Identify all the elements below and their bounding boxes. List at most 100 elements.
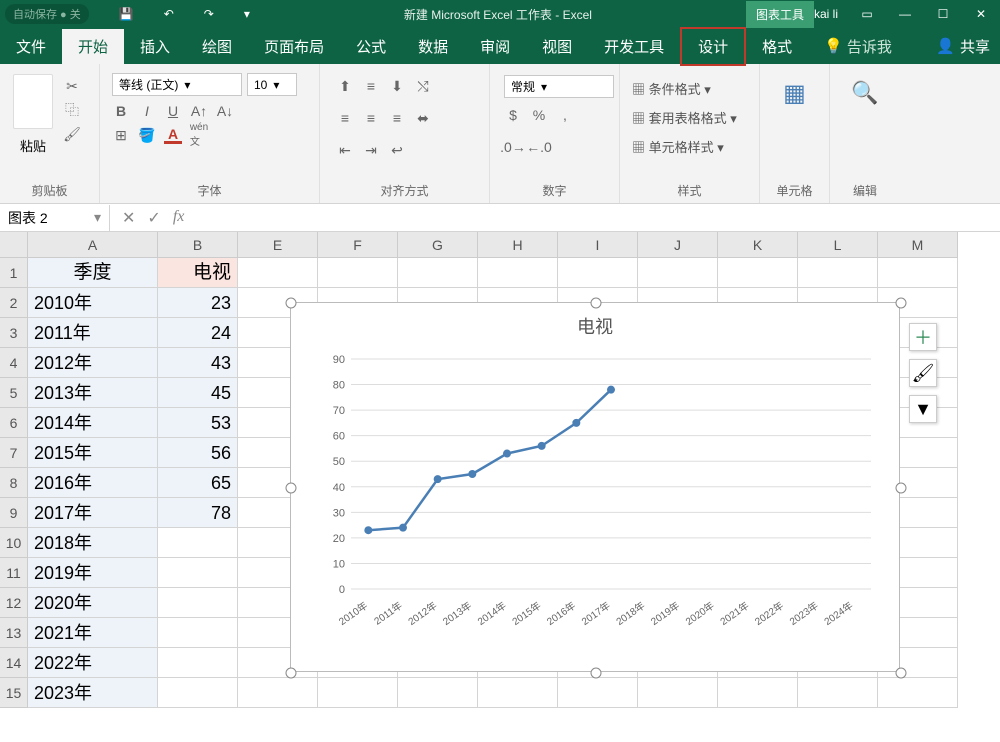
chart-plot-area[interactable]: 01020304050607080902010年2011年2012年2013年2… xyxy=(311,349,879,639)
maximize-icon[interactable]: ☐ xyxy=(934,5,952,23)
grow-font-icon[interactable]: A↑ xyxy=(190,102,208,120)
align-right-icon[interactable]: ≡ xyxy=(388,109,406,127)
phonetic-icon[interactable]: wén文 xyxy=(190,126,208,144)
paste-button[interactable] xyxy=(13,74,53,129)
conditional-formatting-button[interactable]: ▦ 条件格式 ▾ xyxy=(632,79,747,98)
tab-file[interactable]: 文件 xyxy=(0,29,62,64)
font-size-select[interactable]: 10▾ xyxy=(247,73,297,96)
copy-icon[interactable]: ⿻ xyxy=(63,101,81,119)
cell-A11[interactable]: 2019年 xyxy=(28,558,158,588)
column-headers[interactable]: ABEFGHIJKLM xyxy=(28,232,958,258)
cancel-formula-icon[interactable]: ✕ xyxy=(122,208,135,228)
tab-home[interactable]: 开始 xyxy=(62,29,124,64)
minimize-icon[interactable]: — xyxy=(896,5,914,23)
chart-styles-button[interactable]: 🖌 xyxy=(909,359,937,387)
increase-indent-icon[interactable]: ⇥ xyxy=(362,141,380,159)
currency-icon[interactable]: $ xyxy=(504,106,522,124)
tab-data[interactable]: 数据 xyxy=(402,29,464,64)
format-as-table-button[interactable]: ▦ 套用表格格式 ▾ xyxy=(632,108,747,127)
cell-B1[interactable]: 电视 xyxy=(158,258,238,288)
decrease-indent-icon[interactable]: ⇤ xyxy=(336,141,354,159)
chart-elements-button[interactable]: ＋ xyxy=(909,323,937,351)
worksheet-grid[interactable]: ABEFGHIJKLM 123456789101112131415 季度电视20… xyxy=(0,232,1000,742)
cell-A2[interactable]: 2010年 xyxy=(28,288,158,318)
underline-button[interactable]: U xyxy=(164,102,182,120)
share-button[interactable]: 👤共享 xyxy=(936,36,990,57)
tab-review[interactable]: 审阅 xyxy=(464,29,526,64)
name-box[interactable]: 图表 2▾ xyxy=(0,205,110,231)
cell-A10[interactable]: 2018年 xyxy=(28,528,158,558)
autosave-toggle[interactable]: 自动保存 ● 关 xyxy=(5,4,89,24)
wrap-text-icon[interactable]: ↩ xyxy=(388,141,406,159)
orientation-icon[interactable]: ⤭ xyxy=(414,77,432,95)
font-color-icon[interactable]: A xyxy=(164,126,182,144)
cell-B7[interactable]: 56 xyxy=(158,438,238,468)
tab-page-layout[interactable]: 页面布局 xyxy=(248,29,340,64)
cell-A12[interactable]: 2020年 xyxy=(28,588,158,618)
percent-icon[interactable]: % xyxy=(530,106,548,124)
cell-B4[interactable]: 43 xyxy=(158,348,238,378)
font-name-select[interactable]: 等线 (正文)▾ xyxy=(112,73,242,96)
align-middle-icon[interactable]: ≡ xyxy=(362,77,380,95)
cell-A7[interactable]: 2015年 xyxy=(28,438,158,468)
italic-button[interactable]: I xyxy=(138,102,156,120)
chart-filter-button[interactable]: ▼ xyxy=(909,395,937,423)
cell-B2[interactable]: 23 xyxy=(158,288,238,318)
cell-A9[interactable]: 2017年 xyxy=(28,498,158,528)
increase-decimal-icon[interactable]: .0→ xyxy=(504,138,522,156)
cell-A5[interactable]: 2013年 xyxy=(28,378,158,408)
ribbon-options-icon[interactable]: ▭ xyxy=(858,5,876,23)
cell-B6[interactable]: 53 xyxy=(158,408,238,438)
cells-icon[interactable]: ▦ xyxy=(786,84,804,102)
undo-icon[interactable]: ↶ xyxy=(164,7,174,21)
cell-A1[interactable]: 季度 xyxy=(28,258,158,288)
cell-styles-button[interactable]: ▦ 单元格样式 ▾ xyxy=(632,137,747,156)
bold-button[interactable]: B xyxy=(112,102,130,120)
fill-color-icon[interactable]: 🪣 xyxy=(138,126,156,144)
cell-A8[interactable]: 2016年 xyxy=(28,468,158,498)
find-icon[interactable]: 🔍 xyxy=(856,84,874,102)
row-headers[interactable]: 123456789101112131415 xyxy=(0,258,28,708)
align-top-icon[interactable]: ⬆ xyxy=(336,77,354,95)
close-icon[interactable]: ✕ xyxy=(972,5,990,23)
comma-icon[interactable]: , xyxy=(556,106,574,124)
enter-formula-icon[interactable]: ✓ xyxy=(147,208,160,228)
cell-A3[interactable]: 2011年 xyxy=(28,318,158,348)
format-painter-icon[interactable]: 🖌 xyxy=(63,125,81,143)
paste-label: 粘贴 xyxy=(20,136,46,155)
tell-me[interactable]: 💡告诉我 xyxy=(808,29,908,64)
merge-icon[interactable]: ⬌ xyxy=(414,109,432,127)
tab-format[interactable]: 格式 xyxy=(746,29,808,64)
tab-view[interactable]: 视图 xyxy=(526,29,588,64)
cut-icon[interactable]: ✂ xyxy=(63,77,81,95)
chart-title[interactable]: 电视 xyxy=(291,303,899,349)
tab-design[interactable]: 设计 xyxy=(680,27,746,66)
redo-icon[interactable]: ↷ xyxy=(204,7,214,21)
align-bottom-icon[interactable]: ⬇ xyxy=(388,77,406,95)
align-left-icon[interactable]: ≡ xyxy=(336,109,354,127)
save-icon[interactable]: 💾 xyxy=(119,7,134,21)
decrease-decimal-icon[interactable]: ←.0 xyxy=(530,138,548,156)
select-all-corner[interactable] xyxy=(0,232,28,258)
cell-A4[interactable]: 2012年 xyxy=(28,348,158,378)
cell-B9[interactable]: 78 xyxy=(158,498,238,528)
tab-insert[interactable]: 插入 xyxy=(124,29,186,64)
cell-A15[interactable]: 2023年 xyxy=(28,678,158,708)
cell-B5[interactable]: 45 xyxy=(158,378,238,408)
align-center-icon[interactable]: ≡ xyxy=(362,109,380,127)
tab-draw[interactable]: 绘图 xyxy=(186,29,248,64)
cell-B3[interactable]: 24 xyxy=(158,318,238,348)
cell-A13[interactable]: 2021年 xyxy=(28,618,158,648)
cell-A14[interactable]: 2022年 xyxy=(28,648,158,678)
tab-developer[interactable]: 开发工具 xyxy=(588,29,680,64)
borders-icon[interactable]: ⊞ xyxy=(112,126,130,144)
user-name[interactable]: kai li xyxy=(814,7,838,21)
embedded-chart[interactable]: 电视 01020304050607080902010年2011年2012年201… xyxy=(290,302,900,672)
cell-A6[interactable]: 2014年 xyxy=(28,408,158,438)
shrink-font-icon[interactable]: A↓ xyxy=(216,102,234,120)
fx-icon[interactable]: fx xyxy=(173,208,185,228)
cell-B8[interactable]: 65 xyxy=(158,468,238,498)
chevron-down-icon: ▾ xyxy=(94,209,101,226)
tab-formulas[interactable]: 公式 xyxy=(340,29,402,64)
number-format-select[interactable]: 常规▾ xyxy=(504,75,614,98)
